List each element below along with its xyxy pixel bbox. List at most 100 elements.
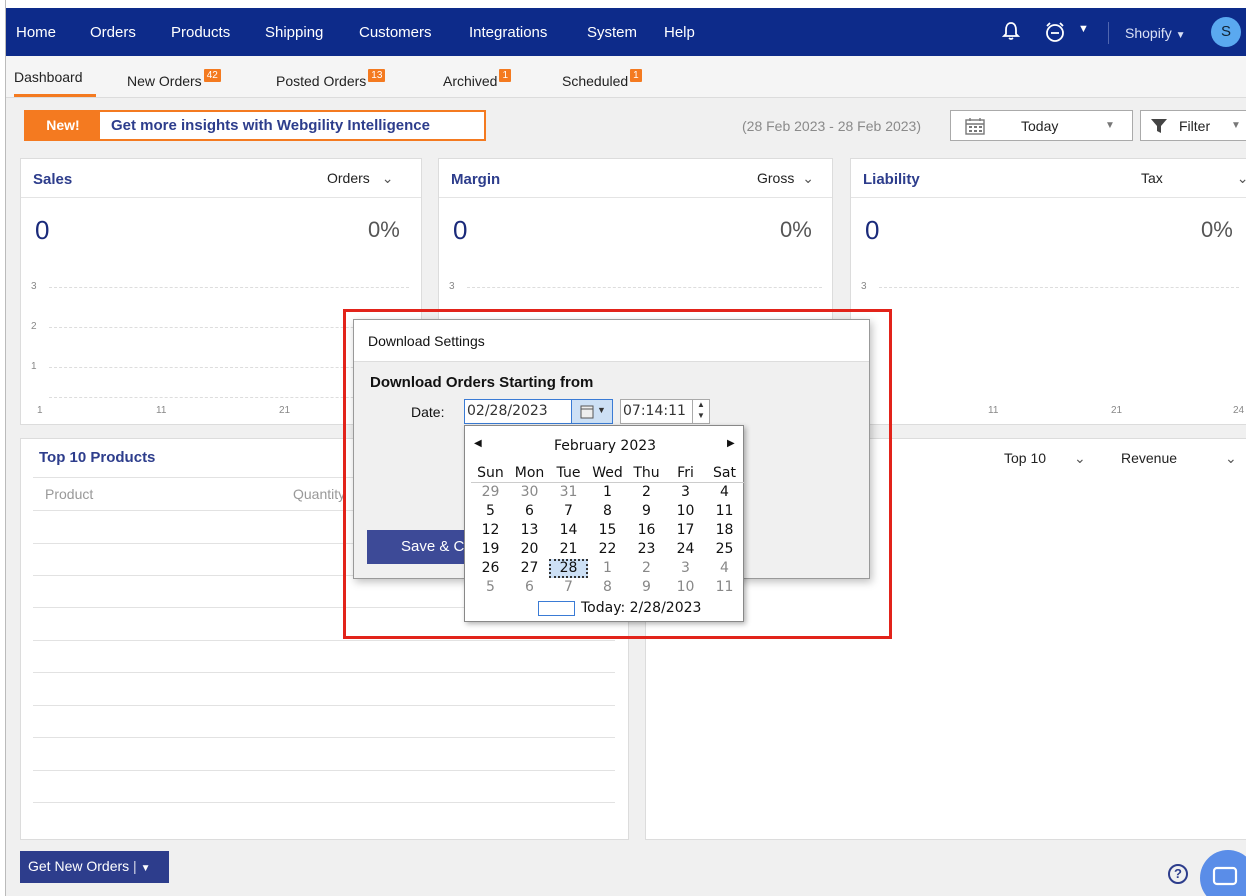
tab-posted-orders[interactable]: Posted Orders 13 (276, 69, 386, 89)
gridline (467, 287, 822, 288)
chat-icon[interactable] (1200, 850, 1246, 896)
chevron-down-icon: ▼ (140, 863, 151, 874)
margin-value: 0 (453, 215, 468, 245)
filter-icon (1150, 117, 1168, 140)
promo-banner[interactable]: New! Get more insights with Webgility In… (24, 110, 486, 141)
card-divider (21, 197, 421, 198)
new-badge: New! (26, 112, 100, 139)
calendar-icon (965, 117, 985, 140)
top-strip (6, 0, 1246, 8)
button-label: Get New Orders (28, 858, 130, 874)
store-select[interactable]: Shopify ▼ (1125, 25, 1186, 41)
card-title: Liability (863, 171, 920, 188)
tab-bar: Dashboard New Orders 42 Posted Orders 13 A… (6, 56, 1246, 98)
y-tick: 3 (31, 281, 37, 292)
chevron-down-icon: ⌄ (1073, 450, 1086, 466)
tab-label: Posted Orders (276, 73, 367, 89)
gridline (879, 287, 1239, 288)
tab-archived[interactable]: Archived 1 (443, 69, 512, 89)
x-tick: 21 (1111, 405, 1123, 416)
select-value: Gross (757, 170, 795, 186)
avatar[interactable]: S (1211, 17, 1241, 47)
filter-label: Filter (1179, 118, 1211, 134)
nav-system[interactable]: System (587, 24, 637, 41)
store-label: Shopify (1125, 25, 1172, 41)
tab-label: Scheduled (562, 73, 629, 89)
get-new-orders-button[interactable]: Get New Orders | ▼ (20, 851, 169, 883)
date-range-text: (28 Feb 2023 - 28 Feb 2023) (742, 118, 922, 134)
row-divider (33, 802, 615, 803)
top-count-select[interactable]: Top 10 ⌄ (1004, 450, 1086, 467)
select-value: Orders (327, 170, 370, 186)
y-tick: 1 (31, 361, 37, 372)
row-divider (33, 705, 615, 706)
nav-orders[interactable]: Orders (90, 24, 136, 41)
card-title: Margin (451, 171, 501, 188)
bell-icon[interactable] (1001, 21, 1021, 46)
chevron-down-icon: ▼ (1175, 30, 1186, 41)
count-badge: 1 (630, 69, 642, 82)
chevron-down-icon: ⌄ (381, 170, 394, 186)
filter-button[interactable]: Filter ▼ (1140, 110, 1246, 141)
y-tick: 2 (31, 321, 37, 332)
card-divider (851, 197, 1246, 198)
chevron-down-icon: ▼ (1231, 120, 1241, 131)
column-header-quantity: Quantity (293, 486, 346, 502)
metric-select[interactable]: Revenue ⌄ (1121, 450, 1237, 467)
tab-scheduled[interactable]: Scheduled 1 (562, 69, 642, 89)
help-icon[interactable]: ? (1168, 864, 1188, 884)
tab-label: Archived (443, 73, 498, 89)
y-tick: 3 (861, 281, 867, 292)
liability-percent: 0% (1201, 217, 1233, 242)
select-value: Revenue (1121, 450, 1178, 466)
nav-customers[interactable]: Customers (359, 24, 432, 41)
top-navbar: Home Orders Products Shipping Customers … (6, 8, 1246, 56)
nav-help[interactable]: Help (664, 24, 695, 41)
promo-link[interactable]: Get more insights with Webgility Intelli… (111, 117, 430, 134)
chevron-down-icon: ▼ (1105, 120, 1115, 131)
liability-metric-select[interactable]: Tax ⌄ (1141, 170, 1246, 187)
row-divider (33, 737, 615, 738)
row-divider (33, 672, 615, 673)
highlight-box (343, 309, 892, 639)
period-select[interactable]: Today ▼ (950, 110, 1133, 141)
select-value: Top 10 (1004, 450, 1047, 466)
liability-card: Liability Tax ⌄ 0 0% 3 11 21 24 (850, 158, 1246, 425)
tab-new-orders[interactable]: New Orders 42 (127, 69, 221, 89)
x-tick: 11 (156, 405, 167, 416)
liability-value: 0 (865, 215, 880, 245)
column-header-product: Product (45, 486, 94, 502)
window-left-edge (0, 0, 6, 896)
alarm-icon[interactable] (1044, 21, 1066, 48)
row-divider (33, 770, 615, 771)
nav-products[interactable]: Products (171, 24, 230, 41)
gridline (49, 287, 409, 288)
sales-value: 0 (35, 215, 50, 245)
period-value: Today (1021, 118, 1059, 134)
count-badge: 1 (499, 69, 512, 82)
margin-percent: 0% (780, 217, 812, 242)
nav-home[interactable]: Home (16, 24, 56, 41)
nav-shipping[interactable]: Shipping (265, 24, 323, 41)
nav-integrations[interactable]: Integrations (469, 24, 547, 41)
sales-percent: 0% (368, 217, 400, 242)
count-badge: 42 (203, 69, 221, 82)
x-tick: 24 (1233, 405, 1245, 416)
tab-label: Dashboard (14, 69, 83, 85)
y-tick: 3 (449, 281, 455, 292)
alarm-dropdown-icon[interactable]: ▼ (1078, 23, 1089, 35)
split-divider: | (133, 858, 137, 874)
chevron-down-icon: ⌄ (802, 170, 814, 186)
card-title: Sales (33, 171, 73, 188)
tab-label: New Orders (127, 73, 202, 89)
x-tick: 21 (279, 405, 291, 416)
chevron-down-icon: ⌄ (1224, 450, 1237, 466)
active-tab-indicator (14, 94, 96, 97)
x-tick: 1 (37, 405, 43, 416)
select-value: Tax (1141, 170, 1163, 186)
count-badge: 13 (368, 69, 386, 82)
card-title: Top 10 Products (39, 449, 156, 466)
margin-metric-select[interactable]: Gross ⌄ (757, 170, 814, 187)
tab-dashboard[interactable]: Dashboard (14, 69, 83, 85)
sales-metric-select[interactable]: Orders ⌄ (327, 170, 393, 187)
